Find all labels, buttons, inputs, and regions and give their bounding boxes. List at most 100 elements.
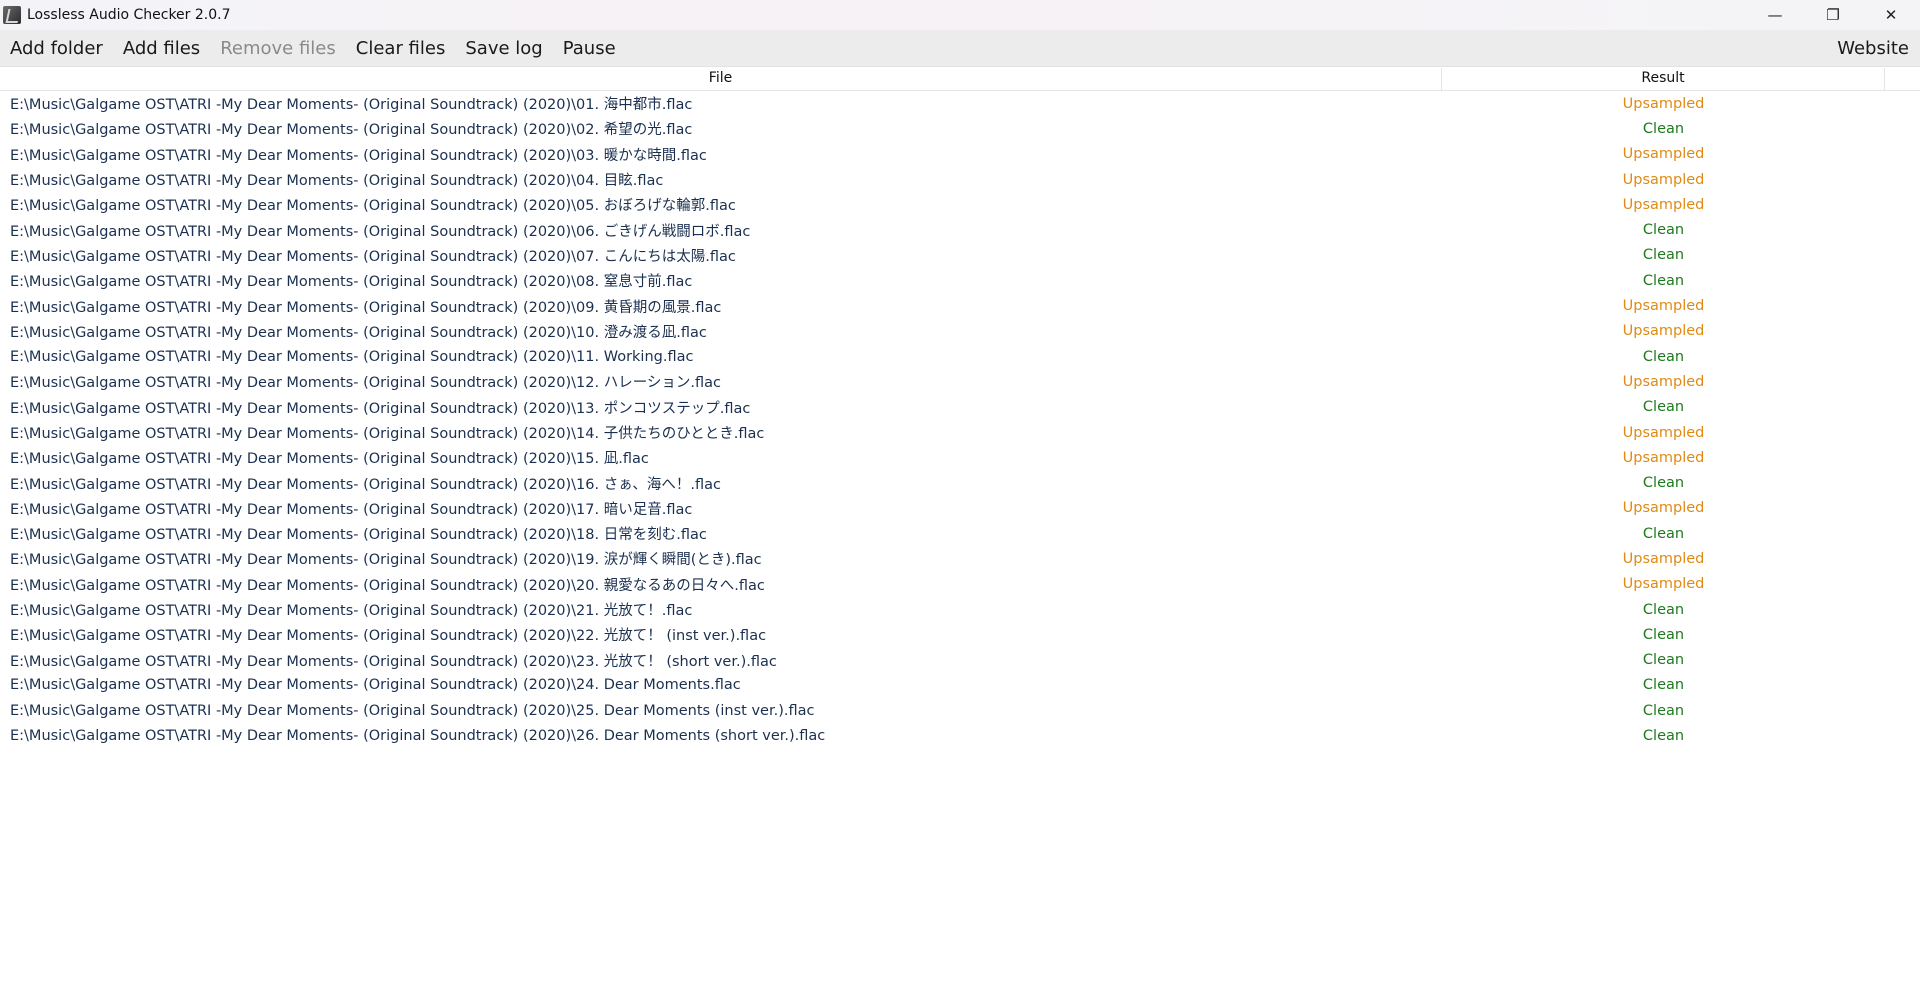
- table-row[interactable]: E:\Music\Galgame OST\ATRI -My Dear Momen…: [0, 167, 1920, 192]
- file-path-cell: E:\Music\Galgame OST\ATRI -My Dear Momen…: [10, 501, 693, 518]
- add-files-button[interactable]: Add files: [113, 38, 210, 59]
- result-cell: Clean: [1642, 247, 1685, 264]
- result-cell: Upsampled: [1622, 424, 1705, 441]
- file-path-cell: E:\Music\Galgame OST\ATRI -My Dear Momen…: [10, 324, 707, 341]
- result-cell: Clean: [1642, 601, 1685, 618]
- result-cell: Clean: [1642, 475, 1685, 492]
- result-cell: Upsampled: [1622, 298, 1705, 315]
- file-path-cell: E:\Music\Galgame OST\ATRI -My Dear Momen…: [10, 97, 693, 114]
- table-row[interactable]: E:\Music\Galgame OST\ATRI -My Dear Momen…: [0, 319, 1920, 344]
- table-row[interactable]: E:\Music\Galgame OST\ATRI -My Dear Momen…: [0, 420, 1920, 445]
- website-link[interactable]: Website: [1827, 38, 1920, 59]
- column-header-file[interactable]: File: [0, 68, 1442, 90]
- file-path-cell: E:\Music\Galgame OST\ATRI -My Dear Momen…: [10, 677, 741, 694]
- table-row[interactable]: E:\Music\Galgame OST\ATRI -My Dear Momen…: [0, 597, 1920, 622]
- file-path-cell: E:\Music\Galgame OST\ATRI -My Dear Momen…: [10, 603, 693, 620]
- restore-icon: ❐: [1826, 6, 1840, 24]
- table-row[interactable]: E:\Music\Galgame OST\ATRI -My Dear Momen…: [0, 673, 1920, 698]
- window-title: Lossless Audio Checker 2.0.7: [27, 7, 231, 23]
- result-cell: Upsampled: [1622, 171, 1705, 188]
- app-icon: [3, 6, 21, 24]
- table-row[interactable]: E:\Music\Galgame OST\ATRI -My Dear Momen…: [0, 546, 1920, 571]
- table-row[interactable]: E:\Music\Galgame OST\ATRI -My Dear Momen…: [0, 648, 1920, 673]
- file-path-cell: E:\Music\Galgame OST\ATRI -My Dear Momen…: [10, 299, 722, 316]
- file-path-cell: E:\Music\Galgame OST\ATRI -My Dear Momen…: [10, 628, 767, 645]
- result-cell: Upsampled: [1622, 196, 1705, 213]
- result-cell: Upsampled: [1622, 500, 1705, 517]
- column-header-result[interactable]: Result: [1442, 68, 1885, 90]
- table-header: File Result: [0, 68, 1920, 91]
- file-path-cell: E:\Music\Galgame OST\ATRI -My Dear Momen…: [10, 147, 707, 164]
- result-cell: Upsampled: [1622, 323, 1705, 340]
- result-cell: Clean: [1642, 626, 1685, 643]
- file-path-cell: E:\Music\Galgame OST\ATRI -My Dear Momen…: [10, 527, 707, 544]
- result-cell: Upsampled: [1622, 550, 1705, 567]
- table-row[interactable]: E:\Music\Galgame OST\ATRI -My Dear Momen…: [0, 142, 1920, 167]
- save-log-button[interactable]: Save log: [455, 38, 552, 59]
- result-cell: Clean: [1642, 702, 1685, 719]
- table-row[interactable]: E:\Music\Galgame OST\ATRI -My Dear Momen…: [0, 622, 1920, 647]
- result-cell: Clean: [1642, 222, 1685, 239]
- table-row[interactable]: E:\Music\Galgame OST\ATRI -My Dear Momen…: [0, 521, 1920, 546]
- table-row[interactable]: E:\Music\Galgame OST\ATRI -My Dear Momen…: [0, 116, 1920, 141]
- close-button[interactable]: ✕: [1862, 0, 1920, 30]
- table-row[interactable]: E:\Music\Galgame OST\ATRI -My Dear Momen…: [0, 344, 1920, 369]
- table-row[interactable]: E:\Music\Galgame OST\ATRI -My Dear Momen…: [0, 192, 1920, 217]
- table-row[interactable]: E:\Music\Galgame OST\ATRI -My Dear Momen…: [0, 723, 1920, 748]
- table-row[interactable]: E:\Music\Galgame OST\ATRI -My Dear Momen…: [0, 395, 1920, 420]
- add-folder-button[interactable]: Add folder: [0, 38, 113, 59]
- file-path-cell: E:\Music\Galgame OST\ATRI -My Dear Momen…: [10, 653, 777, 670]
- file-path-cell: E:\Music\Galgame OST\ATRI -My Dear Momen…: [10, 577, 765, 594]
- result-cell: Upsampled: [1622, 146, 1705, 163]
- result-cell: Upsampled: [1622, 373, 1705, 390]
- file-path-cell: E:\Music\Galgame OST\ATRI -My Dear Momen…: [10, 122, 693, 139]
- table-row[interactable]: E:\Music\Galgame OST\ATRI -My Dear Momen…: [0, 445, 1920, 470]
- result-cell: Clean: [1642, 728, 1685, 745]
- result-cell: Upsampled: [1622, 449, 1705, 466]
- file-path-cell: E:\Music\Galgame OST\ATRI -My Dear Momen…: [10, 552, 762, 569]
- file-path-cell: E:\Music\Galgame OST\ATRI -My Dear Momen…: [10, 248, 736, 265]
- file-path-cell: E:\Music\Galgame OST\ATRI -My Dear Momen…: [10, 400, 751, 417]
- file-path-cell: E:\Music\Galgame OST\ATRI -My Dear Momen…: [10, 173, 664, 190]
- toolbar: Add folder Add files Remove files Clear …: [0, 30, 1920, 67]
- file-path-cell: E:\Music\Galgame OST\ATRI -My Dear Momen…: [10, 348, 694, 365]
- table-row[interactable]: E:\Music\Galgame OST\ATRI -My Dear Momen…: [0, 243, 1920, 268]
- close-icon: ✕: [1884, 6, 1898, 24]
- file-path-cell: E:\Music\Galgame OST\ATRI -My Dear Momen…: [10, 274, 693, 291]
- remove-files-button[interactable]: Remove files: [210, 38, 346, 59]
- table-row[interactable]: E:\Music\Galgame OST\ATRI -My Dear Momen…: [0, 470, 1920, 495]
- table-row[interactable]: E:\Music\Galgame OST\ATRI -My Dear Momen…: [0, 572, 1920, 597]
- result-cell: Clean: [1642, 120, 1685, 137]
- clear-files-button[interactable]: Clear files: [346, 38, 456, 59]
- window-controls: — ❐ ✕: [1746, 0, 1920, 30]
- file-path-cell: E:\Music\Galgame OST\ATRI -My Dear Momen…: [10, 426, 765, 442]
- file-path-cell: E:\Music\Galgame OST\ATRI -My Dear Momen…: [10, 476, 722, 493]
- table-row[interactable]: E:\Music\Galgame OST\ATRI -My Dear Momen…: [0, 217, 1920, 242]
- file-path-cell: E:\Music\Galgame OST\ATRI -My Dear Momen…: [10, 223, 751, 240]
- result-cell: Clean: [1642, 525, 1685, 542]
- table-row[interactable]: E:\Music\Galgame OST\ATRI -My Dear Momen…: [0, 293, 1920, 318]
- result-cell: Clean: [1642, 652, 1685, 669]
- file-path-cell: E:\Music\Galgame OST\ATRI -My Dear Momen…: [10, 702, 815, 719]
- file-list[interactable]: E:\Music\Galgame OST\ATRI -My Dear Momen…: [0, 91, 1920, 749]
- table-row[interactable]: E:\Music\Galgame OST\ATRI -My Dear Momen…: [0, 496, 1920, 521]
- result-cell: Clean: [1642, 677, 1685, 694]
- file-path-cell: E:\Music\Galgame OST\ATRI -My Dear Momen…: [10, 198, 736, 215]
- minimize-icon: —: [1767, 6, 1783, 24]
- result-cell: Clean: [1642, 272, 1685, 289]
- file-path-cell: E:\Music\Galgame OST\ATRI -My Dear Momen…: [10, 728, 826, 745]
- table-row[interactable]: E:\Music\Galgame OST\ATRI -My Dear Momen…: [0, 698, 1920, 723]
- result-cell: Clean: [1642, 348, 1685, 365]
- title-bar[interactable]: Lossless Audio Checker 2.0.7 — ❐ ✕: [0, 0, 1920, 30]
- table-row[interactable]: E:\Music\Galgame OST\ATRI -My Dear Momen…: [0, 91, 1920, 116]
- result-cell: Upsampled: [1622, 95, 1705, 112]
- table-row[interactable]: E:\Music\Galgame OST\ATRI -My Dear Momen…: [0, 268, 1920, 293]
- file-path-cell: E:\Music\Galgame OST\ATRI -My Dear Momen…: [10, 375, 722, 392]
- table-row[interactable]: E:\Music\Galgame OST\ATRI -My Dear Momen…: [0, 369, 1920, 394]
- pause-button[interactable]: Pause: [553, 38, 626, 59]
- result-cell: Clean: [1642, 399, 1685, 416]
- result-cell: Upsampled: [1622, 576, 1705, 593]
- minimize-button[interactable]: —: [1746, 0, 1804, 30]
- restore-button[interactable]: ❐: [1804, 0, 1862, 30]
- file-path-cell: E:\Music\Galgame OST\ATRI -My Dear Momen…: [10, 451, 649, 468]
